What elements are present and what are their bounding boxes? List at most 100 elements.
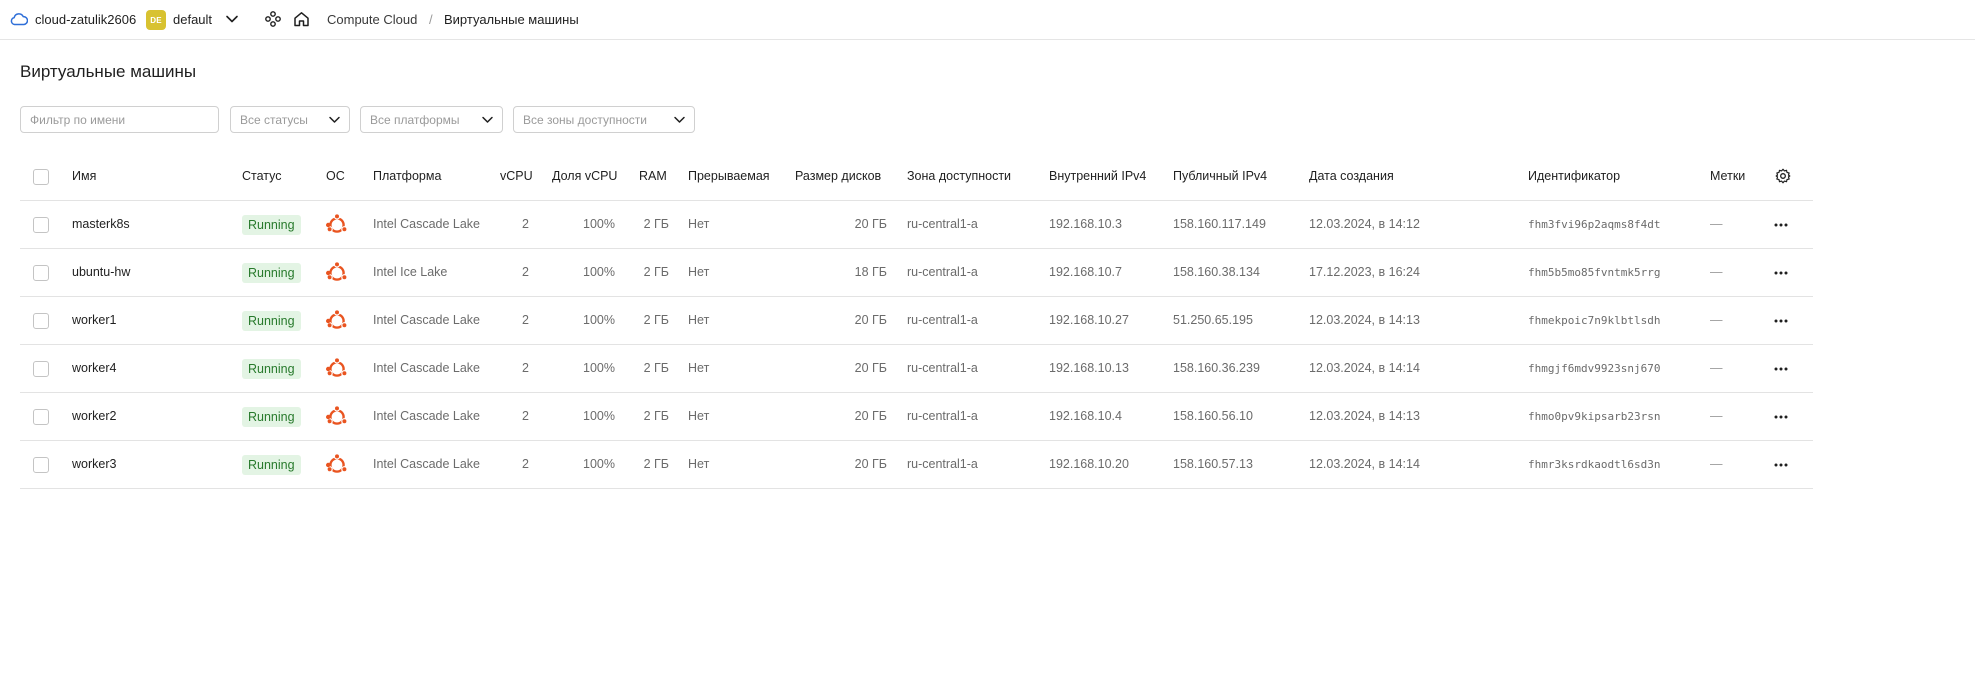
col-created[interactable]: Дата создания — [1309, 153, 1394, 200]
vm-name[interactable]: worker3 — [72, 441, 116, 488]
zone-cell: ru-central1-a — [907, 409, 978, 423]
more-actions-icon[interactable] — [1773, 411, 1789, 423]
table-row[interactable]: ubuntu-hw Running Intel Ice Lake 2 100% … — [20, 249, 1813, 297]
status-filter-select[interactable]: Все статусы — [230, 106, 350, 133]
zone-cell: ru-central1-a — [907, 361, 978, 375]
col-platform[interactable]: Платформа — [373, 153, 441, 200]
internal-ip-cell: 192.168.10.3 — [1049, 217, 1122, 231]
preemptible-cell: Нет — [688, 217, 710, 231]
public-ip-cell: 158.160.36.239 — [1173, 361, 1260, 375]
vcpu-cell: 2 — [522, 313, 529, 327]
row-checkbox[interactable] — [33, 265, 49, 281]
status-filter-label: Все статусы — [240, 113, 308, 127]
vm-name[interactable]: worker1 — [72, 297, 116, 344]
page-title: Виртуальные машины — [20, 62, 197, 81]
select-all-checkbox[interactable] — [33, 169, 49, 185]
row-checkbox[interactable] — [33, 361, 49, 377]
chevron-down-icon — [674, 116, 685, 123]
labels-cell: — — [1710, 409, 1723, 423]
row-checkbox[interactable] — [33, 409, 49, 425]
name-filter-input[interactable] — [20, 106, 219, 133]
zone-filter-select[interactable]: Все зоны доступности — [513, 106, 695, 133]
internal-ip-cell: 192.168.10.4 — [1049, 409, 1122, 423]
cloud-name[interactable]: cloud-zatulik2606 — [35, 12, 136, 27]
internal-ip-cell: 192.168.10.27 — [1049, 313, 1129, 327]
table-row[interactable]: worker4 Running Intel Cascade Lake 2 100… — [20, 345, 1813, 393]
ubuntu-icon — [326, 453, 348, 473]
zone-filter-label: Все зоны доступности — [523, 113, 647, 127]
created-cell: 12.03.2024, в 14:12 — [1309, 217, 1420, 231]
platform-cell: Intel Ice Lake — [373, 265, 448, 279]
platform-filter-select[interactable]: Все платформы — [360, 106, 503, 133]
col-internal-ip[interactable]: Внутренний IPv4 — [1049, 153, 1146, 200]
labels-cell: — — [1710, 457, 1723, 471]
vm-name[interactable]: worker2 — [72, 393, 116, 440]
ubuntu-icon — [326, 213, 348, 233]
cloud-icon[interactable] — [10, 12, 28, 26]
public-ip-cell: 158.160.38.134 — [1173, 265, 1260, 279]
vm-table: Имя Статус ОС Платформа vCPU Доля vCPU R… — [20, 153, 1813, 489]
disk-cell: 20 ГБ — [854, 409, 887, 423]
folder-name[interactable]: default — [173, 12, 212, 27]
vcpu-share-cell: 100% — [583, 265, 615, 279]
ubuntu-icon — [326, 261, 348, 281]
ram-cell: 2 ГБ — [643, 409, 669, 423]
chevron-down-icon[interactable] — [225, 14, 239, 24]
id-cell: fhmgjf6mdv9923snj670 — [1528, 362, 1661, 375]
col-vcpu-share[interactable]: Доля vCPU — [552, 153, 617, 200]
row-checkbox[interactable] — [33, 457, 49, 473]
col-zone[interactable]: Зона доступности — [907, 153, 1011, 200]
more-actions-icon[interactable] — [1773, 219, 1789, 231]
vcpu-cell: 2 — [522, 409, 529, 423]
more-actions-icon[interactable] — [1773, 459, 1789, 471]
home-icon[interactable] — [293, 11, 310, 27]
row-checkbox[interactable] — [33, 313, 49, 329]
vcpu-cell: 2 — [522, 457, 529, 471]
more-actions-icon[interactable] — [1773, 267, 1789, 279]
col-name[interactable]: Имя — [72, 153, 96, 200]
chevron-down-icon — [329, 116, 340, 123]
vm-name[interactable]: worker4 — [72, 345, 116, 392]
platform-cell: Intel Cascade Lake — [373, 313, 481, 327]
table-row[interactable]: masterk8s Running Intel Cascade Lake 2 1… — [20, 201, 1813, 249]
id-cell: fhm3fvi96p2aqms8f4dt — [1528, 218, 1661, 231]
created-cell: 12.03.2024, в 14:14 — [1309, 457, 1420, 471]
ram-cell: 2 ГБ — [643, 457, 669, 471]
platform-cell: Intel Cascade Lake — [373, 361, 481, 375]
created-cell: 12.03.2024, в 14:14 — [1309, 361, 1420, 375]
more-actions-icon[interactable] — [1773, 315, 1789, 327]
col-labels[interactable]: Метки — [1710, 153, 1745, 200]
disk-cell: 20 ГБ — [854, 217, 887, 231]
col-disk-size[interactable]: Размер дисков — [795, 153, 881, 200]
ram-cell: 2 ГБ — [643, 313, 669, 327]
row-checkbox[interactable] — [33, 217, 49, 233]
top-bar: cloud-zatulik2606 DE default Compute Clo… — [0, 0, 1975, 40]
col-preemptible[interactable]: Прерываемая — [688, 153, 770, 200]
breadcrumb-service[interactable]: Compute Cloud — [327, 12, 417, 27]
table-row[interactable]: worker2 Running Intel Cascade Lake 2 100… — [20, 393, 1813, 441]
more-actions-icon[interactable] — [1773, 363, 1789, 375]
public-ip-cell: 158.160.57.13 — [1173, 457, 1253, 471]
disk-cell: 18 ГБ — [854, 265, 887, 279]
col-status[interactable]: Статус — [242, 153, 282, 200]
ram-cell: 2 ГБ — [643, 361, 669, 375]
status-badge: Running — [242, 311, 301, 331]
table-row[interactable]: worker3 Running Intel Cascade Lake 2 100… — [20, 441, 1813, 489]
col-os[interactable]: ОС — [326, 153, 345, 200]
vm-name[interactable]: ubuntu-hw — [72, 249, 130, 296]
col-public-ip[interactable]: Публичный IPv4 — [1173, 153, 1267, 200]
gear-icon[interactable] — [1775, 168, 1791, 184]
col-ram[interactable]: RAM — [639, 153, 667, 200]
ram-cell: 2 ГБ — [643, 265, 669, 279]
services-icon[interactable] — [265, 11, 281, 27]
id-cell: fhmekpoic7n9klbtlsdh — [1528, 314, 1661, 327]
table-row[interactable]: worker1 Running Intel Cascade Lake 2 100… — [20, 297, 1813, 345]
col-id[interactable]: Идентификатор — [1528, 153, 1620, 200]
vcpu-cell: 2 — [522, 217, 529, 231]
breadcrumb-separator: / — [429, 12, 433, 27]
status-badge: Running — [242, 215, 301, 235]
col-vcpu[interactable]: vCPU — [500, 153, 533, 200]
zone-cell: ru-central1-a — [907, 265, 978, 279]
vm-name[interactable]: masterk8s — [72, 201, 130, 248]
status-badge: Running — [242, 263, 301, 283]
